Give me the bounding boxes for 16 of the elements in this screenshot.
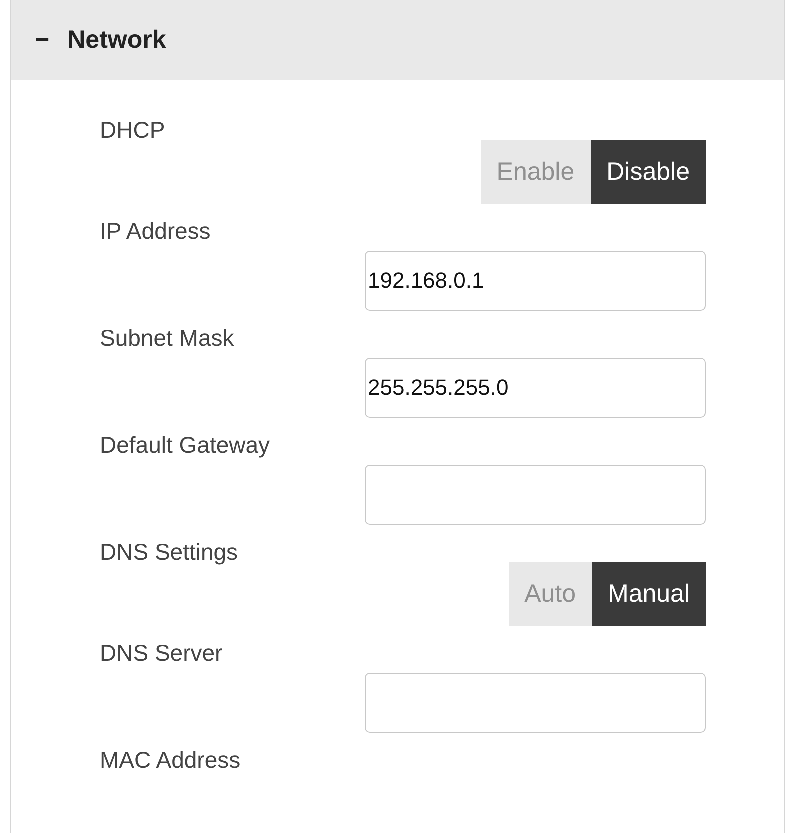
section-header[interactable]: − Network (11, 0, 784, 80)
input-field[interactable]: 255.255.255.0 (365, 358, 706, 418)
input-field[interactable] (365, 673, 706, 733)
field-label: IP Address (100, 217, 212, 246)
input-field[interactable] (365, 465, 706, 525)
field-label: DNS Settings (100, 538, 240, 567)
input-field[interactable]: 192.168.0.1 (365, 251, 706, 311)
collapse-toggle[interactable]: − (35, 26, 50, 54)
field-label: Default Gateway (100, 431, 272, 460)
field-label: DHCP (100, 116, 166, 145)
section-title: Network (68, 26, 166, 54)
toggle-option[interactable]: Manual (592, 562, 706, 626)
field-label: Subnet Mask (100, 324, 236, 353)
field-label: MAC Address (100, 746, 242, 775)
field-label: DNS Server (100, 639, 224, 668)
toggle-option[interactable]: Disable (590, 140, 706, 204)
